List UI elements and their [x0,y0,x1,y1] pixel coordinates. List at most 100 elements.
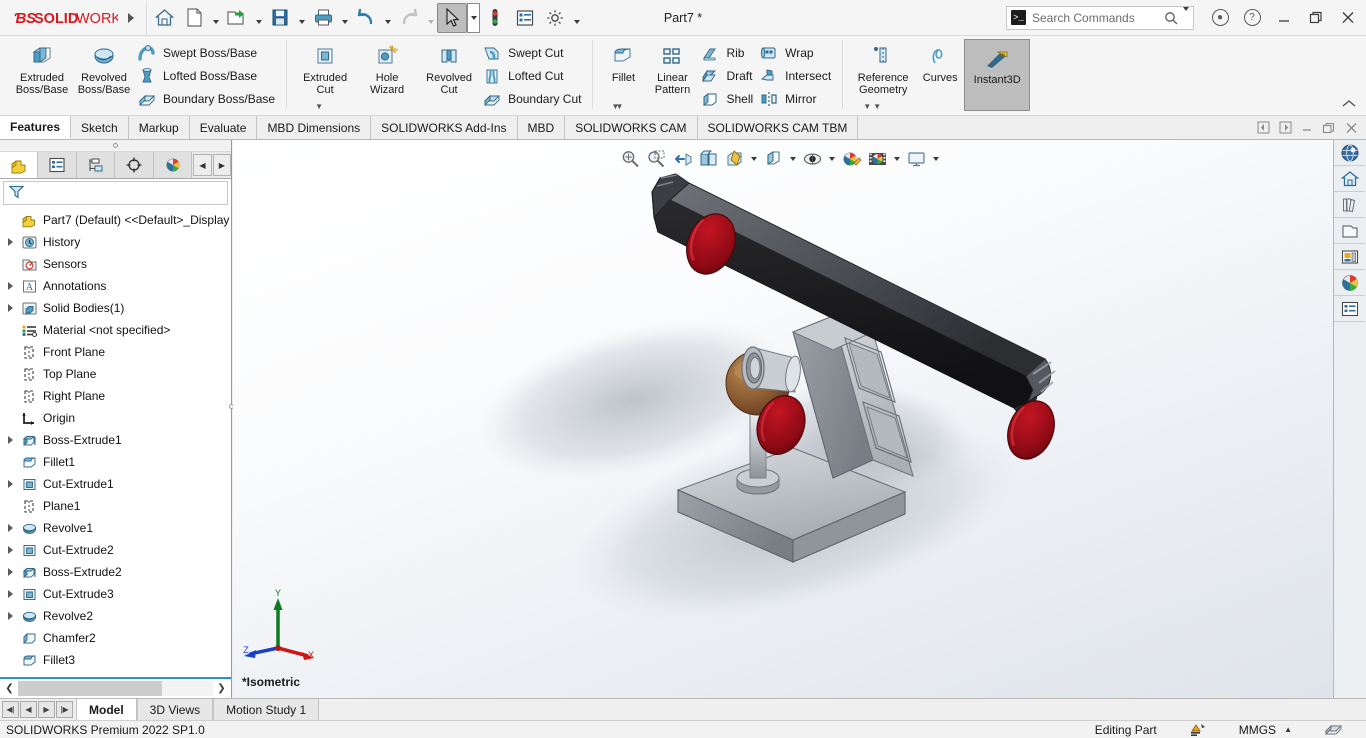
wrap-button[interactable]: Wrap [757,41,835,64]
print-dropdown[interactable] [338,3,351,33]
tree-root-item[interactable]: Part7 (Default) <<Default>_Display Sta [0,209,231,231]
revolved-boss-base-button[interactable]: Revolved Boss/Base [73,39,135,96]
prev-tab-button[interactable]: ◀ [20,701,37,718]
linear-pattern-button[interactable]: Linear Pattern ▼ [615,39,698,111]
tree-item[interactable]: Chamfer2 [0,627,231,649]
user-account-icon[interactable]: ● [1204,1,1236,35]
tab-evaluate[interactable]: Evaluate [189,116,258,139]
new-document-dropdown[interactable] [209,3,222,33]
minimize-button[interactable] [1268,1,1300,35]
swept-boss-base-button[interactable]: Swept Boss/Base [135,41,279,64]
redo-dropdown[interactable] [424,3,437,33]
design-library-icon[interactable] [1334,166,1365,192]
feature-filter-bar[interactable] [3,181,228,205]
units-dropdown-caret[interactable]: ▲ [1276,725,1292,734]
tab-scroll-right[interactable]: ▶ [212,154,231,176]
configuration-manager-tab[interactable] [76,152,116,178]
doc-tab-motion-study[interactable]: Motion Study 1 [213,699,320,720]
tree-item[interactable]: Right Plane [0,385,231,407]
status-tessellation-icon[interactable] [1308,722,1360,737]
fillet-button[interactable]: Fillet ▼ [600,39,646,111]
select-dropdown[interactable] [467,2,480,33]
property-manager-tab[interactable] [38,152,77,178]
home-icon[interactable] [149,3,179,33]
instant3d-button[interactable]: Instant3D [964,39,1031,111]
hole-wizard-button[interactable]: Hole Wizard ▼ [315,39,418,111]
expand-arrow-icon[interactable] [2,476,18,492]
tree-item[interactable]: Revolve2 [0,605,231,627]
curves-button[interactable]: Curves ▼ [863,39,964,111]
first-tab-button[interactable]: ◀| [2,701,19,718]
lofted-boss-base-button[interactable]: Lofted Boss/Base [135,64,279,87]
scroll-track[interactable] [18,681,213,696]
gear-icon[interactable] [540,3,570,33]
revolved-cut-button[interactable]: Revolved Cut [418,39,480,96]
tab-solidworks-cam[interactable]: SOLIDWORKS CAM [565,116,698,139]
curves-dropdown[interactable]: ▼ [863,102,871,111]
new-document-icon[interactable] [179,3,209,33]
search-dropdown-caret[interactable] [1178,6,1189,25]
panel-grip[interactable] [0,140,231,152]
expand-arrow-icon[interactable] [2,300,18,316]
expand-arrow-icon[interactable] [2,520,18,536]
pin-right-icon[interactable] [1274,117,1296,139]
dimxpert-manager-tab[interactable] [115,152,154,178]
save-dropdown[interactable] [295,3,308,33]
scroll-right-arrow[interactable]: ❯ [213,680,230,697]
appearances-scenes-icon[interactable] [1334,244,1365,270]
tree-item[interactable]: A Annotations [0,275,231,297]
open-document-dropdown[interactable] [252,3,265,33]
redo-icon[interactable] [394,3,424,33]
expand-arrow-icon[interactable] [2,432,18,448]
print-icon[interactable] [308,3,338,33]
tree-item[interactable]: Fillet3 [0,649,231,671]
select-cursor-icon[interactable] [437,2,467,33]
tree-item[interactable]: Revolve1 [0,517,231,539]
hole-wizard-dropdown[interactable]: ▼ [315,102,323,111]
doc-restore-button[interactable] [1318,117,1340,139]
status-units[interactable]: MMGS ▲ [1223,723,1308,737]
last-tab-button[interactable]: |▶ [56,701,73,718]
tree-item[interactable]: Fillet1 [0,451,231,473]
tab-solidworks-add-ins[interactable]: SOLIDWORKS Add-Ins [371,116,518,139]
extruded-boss-base-button[interactable]: Extruded Boss/Base [11,39,73,96]
undo-dropdown[interactable] [381,3,394,33]
options-list-icon[interactable] [510,3,540,33]
rebuild-icon[interactable] [480,3,510,33]
tree-item[interactable]: Top Plane [0,363,231,385]
tab-mbd[interactable]: MBD [517,116,566,139]
expand-arrow-icon[interactable] [2,586,18,602]
shell-button[interactable]: Shell [698,87,757,110]
tree-item[interactable]: Origin [0,407,231,429]
tree-horizontal-scrollbar[interactable]: ❮ ❯ [0,677,231,698]
search-input[interactable]: Search Commands [1026,11,1164,25]
linear-pattern-dropdown[interactable]: ▼ [615,102,623,111]
scroll-left-arrow[interactable]: ❮ [1,680,18,697]
rib-button[interactable]: Rib [698,41,757,64]
tab-mbd-dimensions[interactable]: MBD Dimensions [257,116,372,139]
expand-arrow-icon[interactable] [2,564,18,580]
search-commands-box[interactable]: >_ Search Commands [1006,5,1194,30]
feature-manager-tab[interactable] [0,152,39,178]
expand-arrow-icon[interactable] [2,608,18,624]
tree-item[interactable]: Boss-Extrude1 [0,429,231,451]
properties-list-icon[interactable] [1334,296,1365,322]
file-explorer-icon[interactable] [1334,192,1365,218]
close-button[interactable] [1332,1,1364,35]
custom-properties-icon[interactable] [1334,270,1365,296]
tree-item[interactable]: Cut-Extrude2 [0,539,231,561]
display-manager-tab[interactable] [153,152,193,178]
doc-tab-3d-views[interactable]: 3D Views [136,699,214,720]
tree-item[interactable]: Solid Bodies(1) [0,297,231,319]
tab-features[interactable]: Features [0,116,72,139]
intersect-button[interactable]: Intersect [757,64,835,87]
tree-item[interactable]: History [0,231,231,253]
reference-geometry-button[interactable]: Reference Geometry ▼ [850,39,916,111]
brand-menu-caret[interactable] [118,12,144,23]
extruded-cut-button[interactable]: Extruded Cut [294,39,356,96]
graphics-viewport[interactable]: Y X Z *Isometric [233,140,1333,698]
view-palette-icon[interactable] [1334,218,1365,244]
doc-tab-model[interactable]: Model [76,699,137,720]
mirror-button[interactable]: Mirror [757,87,835,110]
expand-arrow-icon[interactable] [2,234,18,250]
